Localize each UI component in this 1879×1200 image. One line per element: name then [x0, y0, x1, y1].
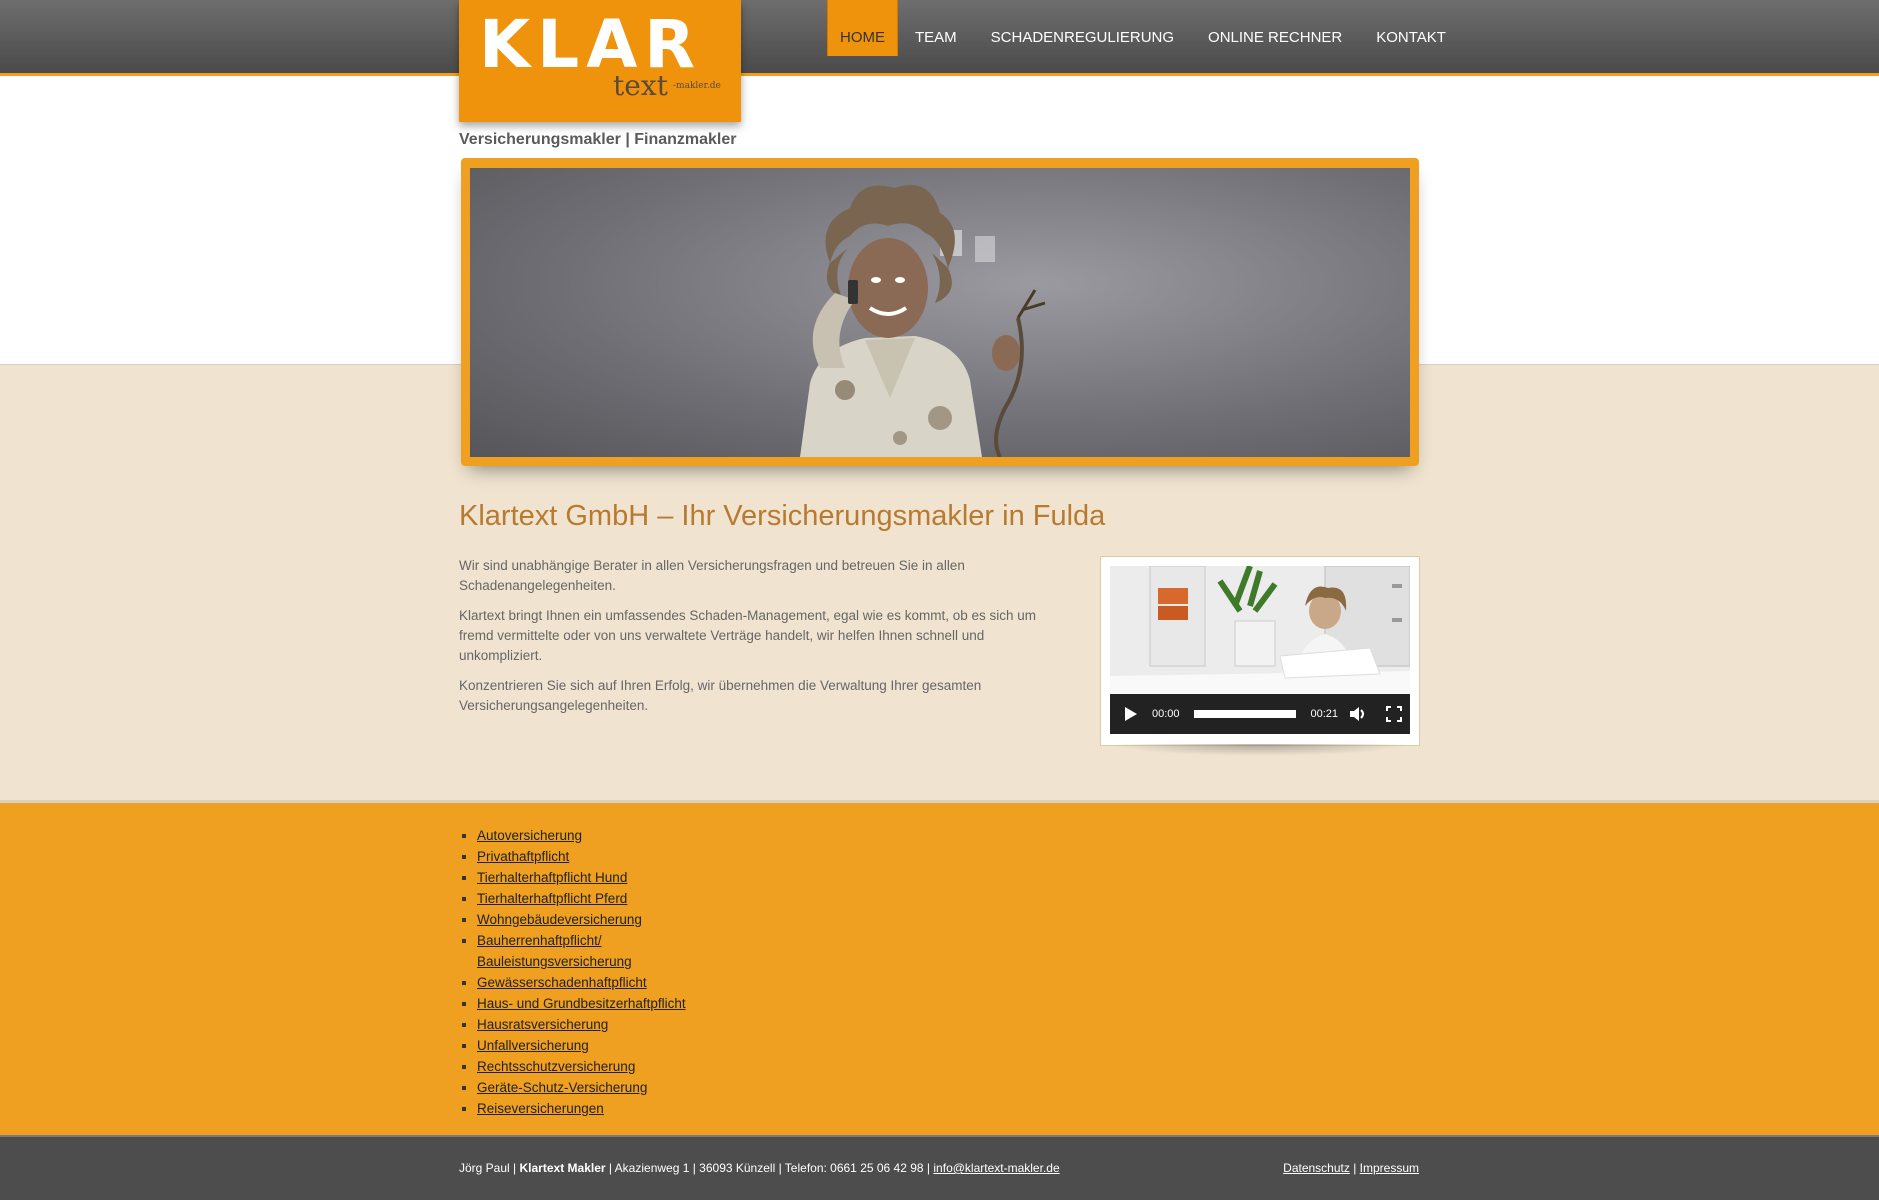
link-tierhalterhaftpflicht-hund[interactable]: Tierhalterhaftpflicht Hund: [477, 870, 627, 885]
logo-main-text: KLAR: [479, 6, 703, 83]
video-controls: 00:00 00:21: [1110, 694, 1410, 734]
main-nav: HOME TEAM SCHADENREGULIERUNG ONLINE RECH…: [827, 0, 1463, 56]
list-item: Hausratsversicherung: [477, 1014, 737, 1035]
nav-schadenregulierung[interactable]: SCHADENREGULIERUNG: [974, 0, 1191, 56]
tagline: Versicherungsmakler | Finanzmakler: [459, 131, 737, 148]
insurance-links-section: Autoversicherung Privathaftpflicht Tierh…: [0, 800, 1879, 1138]
hero-image: [470, 168, 1410, 457]
datenschutz-link[interactable]: Datenschutz: [1283, 1161, 1350, 1175]
link-tierhalterhaftpflicht-pferd[interactable]: Tierhalterhaftpflicht Pferd: [477, 891, 627, 906]
link-privathaftpflicht[interactable]: Privathaftpflicht: [477, 849, 569, 864]
link-reiseversicherungen[interactable]: Reiseversicherungen: [477, 1101, 604, 1116]
link-wohngebaeudeversicherung[interactable]: Wohngebäudeversicherung: [477, 912, 642, 927]
logo[interactable]: KLAR text -makler.de: [459, 0, 741, 122]
list-item: Unfallversicherung: [477, 1035, 737, 1056]
contact-address: Akazienweg 1 | 36093 Künzell | Telefon: …: [614, 1161, 924, 1175]
video-progress-bar[interactable]: [1180, 710, 1311, 718]
fullscreen-icon[interactable]: [1378, 706, 1410, 722]
link-rechtsschutzversicherung[interactable]: Rechtsschutzversicherung: [477, 1059, 635, 1074]
video-thumbnail: [1110, 566, 1410, 694]
list-item: Gewässerschadenhaftpflicht: [477, 972, 737, 993]
contact-company: Klartext Makler: [519, 1161, 606, 1175]
list-item: Reiseversicherungen: [477, 1098, 737, 1119]
link-unfallversicherung[interactable]: Unfallversicherung: [477, 1038, 589, 1053]
video-duration: 00:21: [1310, 708, 1338, 720]
contact-name: Jörg Paul: [459, 1161, 510, 1175]
link-geraete-schutz-versicherung[interactable]: Geräte-Schutz-Versicherung: [477, 1080, 647, 1095]
video-current-time: 00:00: [1152, 708, 1180, 720]
list-item: Autoversicherung: [477, 825, 737, 846]
intro-paragraph: Wir sind unabhängige Berater in allen Ve…: [459, 558, 965, 593]
video-player: 00:00 00:21: [1100, 556, 1420, 746]
footer-bar: Jörg Paul | Klartext Makler | Akazienweg…: [0, 1135, 1879, 1200]
insurance-links-list: Autoversicherung Privathaftpflicht Tierh…: [459, 825, 737, 1119]
link-hausratsversicherung[interactable]: Hausratsversicherung: [477, 1017, 608, 1032]
hero-illustration: [800, 185, 1046, 457]
list-item: Haus- und Grundbesitzerhaftpflicht: [477, 993, 737, 1014]
link-autoversicherung[interactable]: Autoversicherung: [477, 828, 582, 843]
list-item: Wohngebäudeversicherung: [477, 909, 737, 930]
nav-kontakt[interactable]: KONTAKT: [1359, 0, 1463, 56]
intro-paragraph: Klartext bringt Ihnen ein umfassendes Sc…: [459, 608, 1037, 663]
link-bauherrenhaftpflicht[interactable]: Bauherrenhaftpflicht/ Bauleistungsversic…: [477, 933, 632, 969]
list-item: Tierhalterhaftpflicht Pferd: [477, 888, 737, 909]
impressum-link[interactable]: Impressum: [1360, 1161, 1419, 1175]
legal-links: Datenschutz | Impressum: [1283, 1161, 1419, 1175]
volume-icon[interactable]: [1338, 706, 1378, 722]
list-item: Geräte-Schutz-Versicherung: [477, 1077, 737, 1098]
intro-paragraph: Konzentrieren Sie sich auf Ihren Erfolg,…: [459, 678, 982, 713]
hero-banner: [461, 158, 1419, 466]
play-icon[interactable]: [1110, 706, 1152, 722]
contact-line: Jörg Paul | Klartext Makler | Akazienweg…: [459, 1161, 1060, 1175]
logo-suffix: -makler.de: [673, 81, 721, 91]
video-frame[interactable]: [1110, 566, 1410, 694]
video-shadow: [1110, 744, 1410, 756]
list-item: Privathaftpflicht: [477, 846, 737, 867]
link-haus-grundbesitzerhaftpflicht[interactable]: Haus- und Grundbesitzerhaftpflicht: [477, 996, 686, 1011]
page-title: Klartext GmbH – Ihr Versicherungsmakler …: [459, 500, 1106, 532]
list-item: Tierhalterhaftpflicht Hund: [477, 867, 737, 888]
nav-online-rechner[interactable]: ONLINE RECHNER: [1191, 0, 1359, 56]
nav-team[interactable]: TEAM: [898, 0, 974, 56]
nav-home[interactable]: HOME: [827, 0, 898, 56]
intro-text: Wir sind unabhängige Berater in allen Ve…: [459, 556, 1069, 726]
logo-sub-text: text: [613, 69, 668, 102]
link-gewaesserschadenhaftpflicht[interactable]: Gewässerschadenhaftpflicht: [477, 975, 647, 990]
list-item: Bauherrenhaftpflicht/ Bauleistungsversic…: [477, 930, 737, 972]
list-item: Rechtsschutzversicherung: [477, 1056, 737, 1077]
contact-email-link[interactable]: info@klartext-makler.de: [933, 1161, 1059, 1175]
